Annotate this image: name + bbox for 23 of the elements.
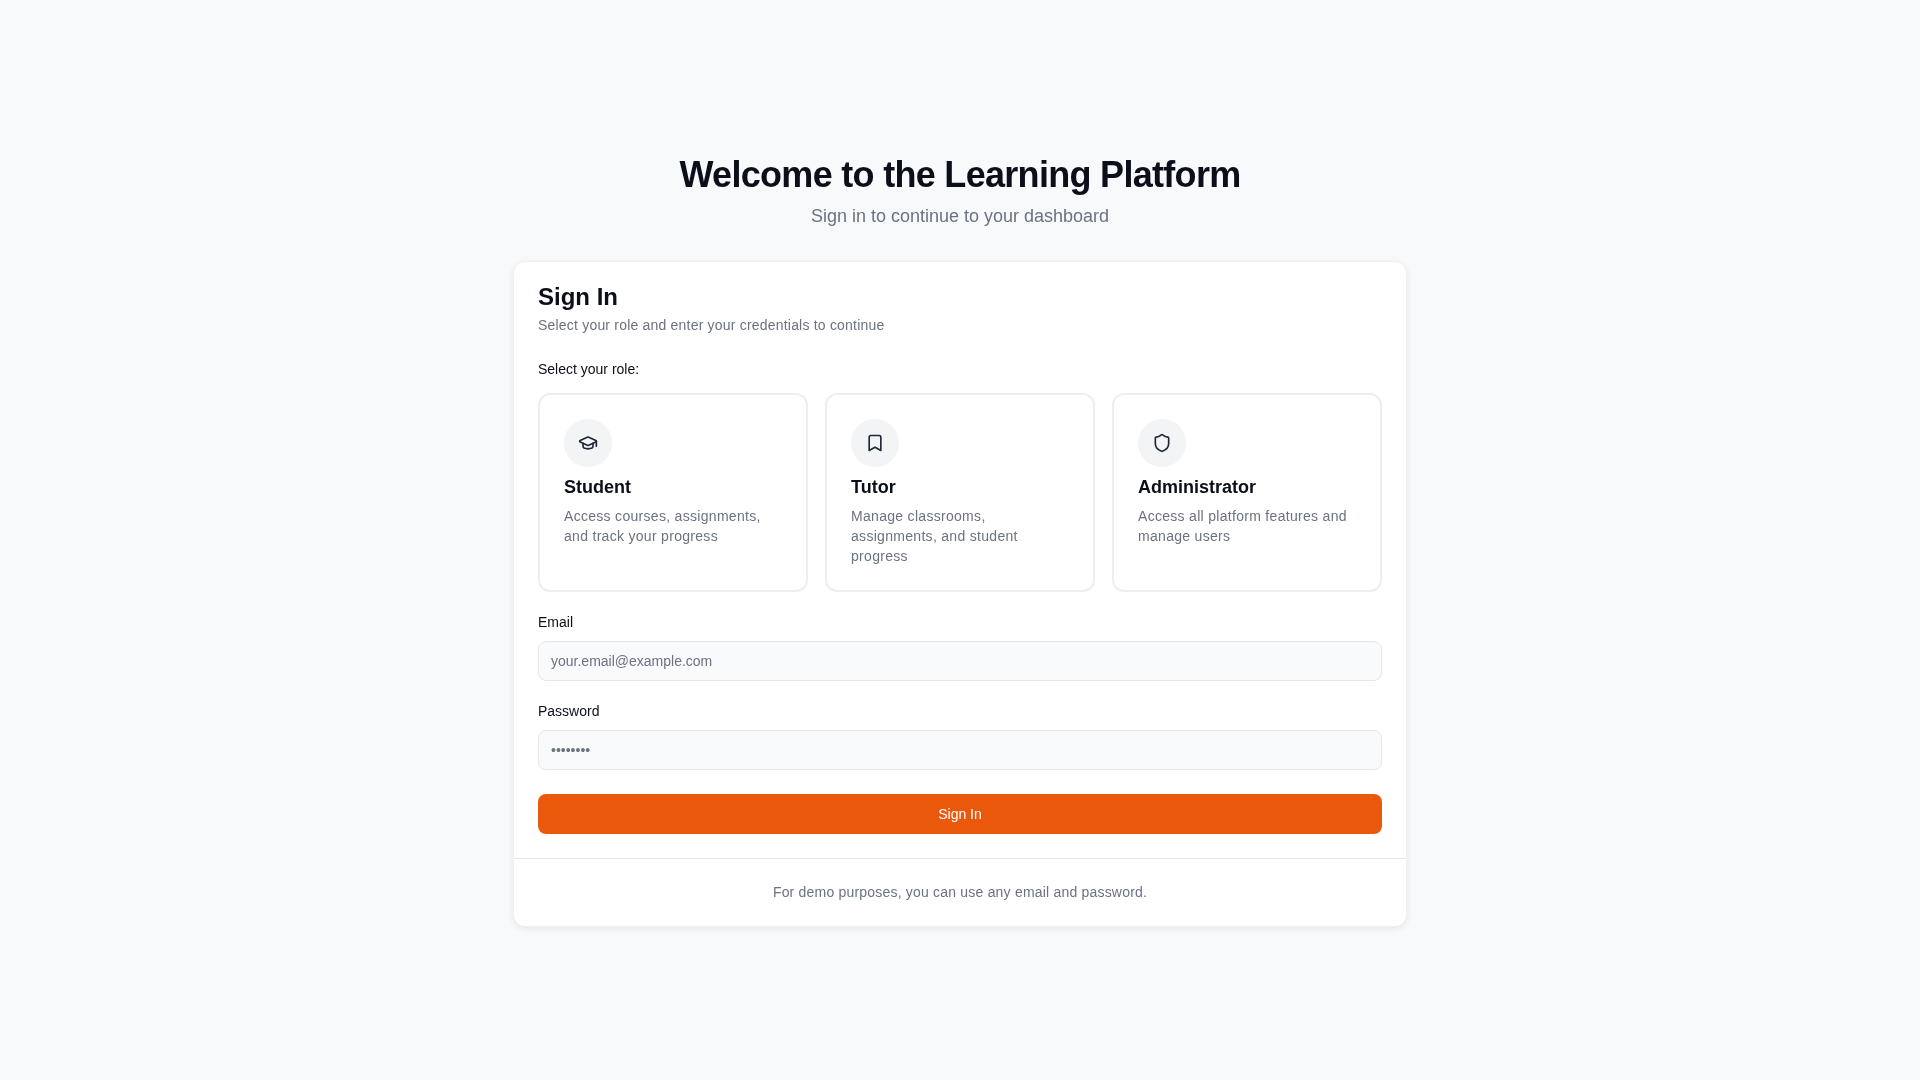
graduation-cap-icon bbox=[564, 419, 612, 467]
role-name: Administrator bbox=[1138, 476, 1256, 499]
field-label: Email bbox=[538, 613, 573, 632]
page-subtitle: Sign in to continue to your dashboard bbox=[810, 205, 1110, 228]
role-card[interactable]: Tutor Manage classrooms, assignments, and student progress bbox=[825, 393, 1095, 592]
bookmark-icon bbox=[851, 419, 899, 467]
role-description: Access courses, assignments, and track your progress bbox=[564, 507, 762, 546]
role-name: Student bbox=[564, 476, 631, 499]
card-description: Select your role and enter your credentials to continue bbox=[538, 316, 885, 335]
role-description: Access all platform features and manage users bbox=[1138, 507, 1348, 546]
card-title: Sign In bbox=[538, 285, 618, 309]
role-card[interactable]: Administrator Access all platform features and manage users bbox=[1112, 393, 1382, 592]
role-card[interactable]: Student Access courses, assignments, and track your progress bbox=[538, 393, 808, 592]
field-label: Password bbox=[538, 702, 600, 721]
input-field[interactable]: •••••••• bbox=[538, 730, 1382, 770]
page-title: Welcome to the Learning Platform bbox=[679, 155, 1241, 195]
shield-icon bbox=[1138, 419, 1186, 467]
input-field[interactable]: your.email@example.com bbox=[538, 641, 1382, 681]
role-description: Manage classrooms, assignments, and student progress bbox=[851, 507, 1019, 566]
sign-in-button[interactable]: Sign In bbox=[538, 794, 1382, 834]
demo-note: For demo purposes, you can use any email and password. bbox=[772, 883, 1148, 902]
role-label: Select your role: bbox=[538, 360, 640, 379]
role-name: Tutor bbox=[851, 476, 896, 499]
